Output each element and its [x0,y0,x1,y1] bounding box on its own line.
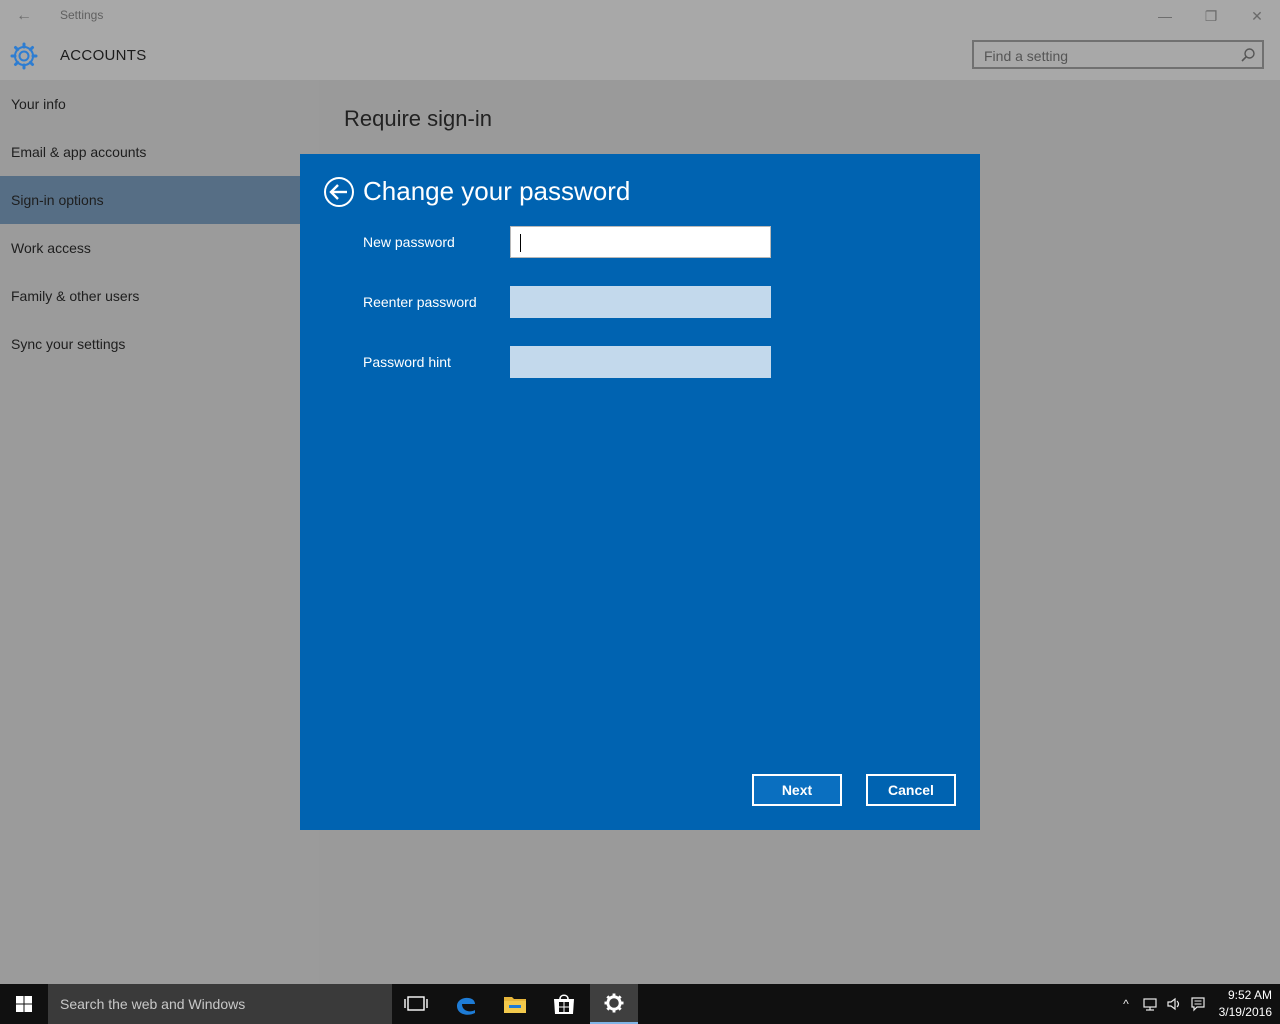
sidebar-item-email-app-accounts[interactable]: Email & app accounts [0,128,319,176]
window-titlebar: ← Settings — ❐ ✕ [0,0,1280,32]
sidebar-item-label: Your info [11,96,66,112]
windows-start-icon[interactable] [0,984,48,1024]
clock-date[interactable]: 3/19/2016 [1212,1005,1272,1019]
network-icon[interactable] [1142,996,1158,1012]
settings-header: ACCOUNTS Find a setting [0,32,1280,80]
text-caret [520,234,521,252]
sidebar-item-label: Work access [11,240,91,256]
close-button[interactable]: ✕ [1234,0,1280,32]
edge-icon[interactable] [442,984,490,1024]
page-title: Require sign-in [344,106,492,131]
taskbar-search-placeholder: Search the web and Windows [60,996,246,1012]
taskbar: Search the web and Windows ^ 9:52 AM 3/1… [0,984,1280,1024]
next-button[interactable]: Next [752,774,842,806]
reenter-password-input[interactable] [510,286,771,318]
new-password-label: New password [363,234,455,250]
sidebar-item-label: Sign-in options [11,192,104,208]
task-view-icon[interactable] [392,984,440,1024]
sidebar-item-label: Sync your settings [11,336,126,352]
restore-button[interactable]: ❐ [1188,0,1234,32]
clock-time[interactable]: 9:52 AM [1212,988,1272,1002]
password-hint-input[interactable] [510,346,771,378]
sidebar-nav: Your info Email & app accounts Sign-in o… [0,80,319,984]
action-center-icon[interactable] [1190,996,1206,1012]
show-hidden-icons-icon[interactable]: ^ [1118,996,1134,1012]
sidebar-item-family-other-users[interactable]: Family & other users [0,272,319,320]
sidebar-item-work-access[interactable]: Work access [0,224,319,272]
password-hint-label: Password hint [363,354,451,370]
change-password-dialog: Change your password New password Reente… [300,154,980,830]
window-title: Settings [60,8,104,22]
sidebar-item-label: Family & other users [11,288,140,304]
reenter-password-label: Reenter password [363,294,477,310]
store-icon[interactable] [540,984,588,1024]
sidebar-item-sign-in-options[interactable]: Sign-in options [0,176,319,224]
gear-icon [10,42,38,70]
sidebar-item-your-info[interactable]: Your info [0,80,319,128]
dialog-back-icon[interactable] [323,176,355,208]
volume-icon[interactable] [1166,996,1182,1012]
minimize-button[interactable]: — [1142,0,1188,32]
file-explorer-icon[interactable] [491,984,539,1024]
section-title: ACCOUNTS [60,47,147,64]
sidebar-item-sync-settings[interactable]: Sync your settings [0,320,319,368]
find-setting-search-box[interactable]: Find a setting [972,40,1264,69]
dialog-title: Change your password [363,176,631,206]
taskbar-search-box[interactable]: Search the web and Windows [48,984,392,1024]
search-icon[interactable] [1240,47,1256,63]
sidebar-item-label: Email & app accounts [11,144,147,160]
search-placeholder: Find a setting [984,48,1069,64]
back-arrow-icon[interactable]: ← [12,6,36,26]
settings-gear-icon[interactable] [590,984,638,1024]
new-password-input[interactable] [510,226,771,258]
cancel-button[interactable]: Cancel [866,774,956,806]
